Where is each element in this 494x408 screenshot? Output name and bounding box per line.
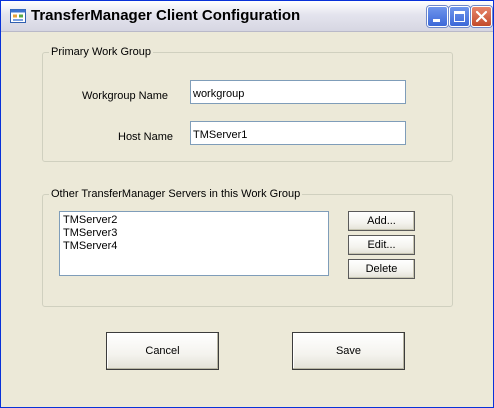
- workgroup-name-input[interactable]: [190, 80, 406, 104]
- cancel-button[interactable]: Cancel: [106, 332, 219, 370]
- config-window: TransferManager Client Configuration Pri…: [0, 0, 494, 408]
- minimize-button[interactable]: [427, 6, 448, 27]
- maximize-icon: [454, 11, 465, 22]
- window-title: TransferManager Client Configuration: [31, 7, 301, 24]
- list-item[interactable]: TMServer3: [63, 227, 325, 240]
- close-button[interactable]: [471, 6, 492, 27]
- title-bar[interactable]: TransferManager Client Configuration: [1, 1, 493, 32]
- add-button[interactable]: Add...: [348, 211, 415, 231]
- servers-listbox[interactable]: TMServer2 TMServer3 TMServer4: [59, 211, 329, 276]
- primary-group-legend: Primary Work Group: [51, 46, 152, 58]
- host-name-input[interactable]: [190, 121, 406, 145]
- delete-button[interactable]: Delete: [348, 259, 415, 279]
- close-icon: [475, 10, 488, 23]
- workgroup-name-label: Workgroup Name: [82, 90, 168, 102]
- save-button[interactable]: Save: [292, 332, 405, 370]
- list-item[interactable]: TMServer4: [63, 240, 325, 253]
- host-name-label: Host Name: [118, 131, 174, 143]
- app-window-icon: [10, 9, 26, 23]
- edit-button[interactable]: Edit...: [348, 235, 415, 255]
- maximize-button[interactable]: [449, 6, 470, 27]
- client-area: Primary Work Group Workgroup Name Host N…: [5, 32, 489, 404]
- minimize-icon: [433, 19, 440, 22]
- other-servers-legend: Other TransferManager Servers in this Wo…: [51, 188, 301, 200]
- list-item[interactable]: TMServer2: [63, 214, 325, 227]
